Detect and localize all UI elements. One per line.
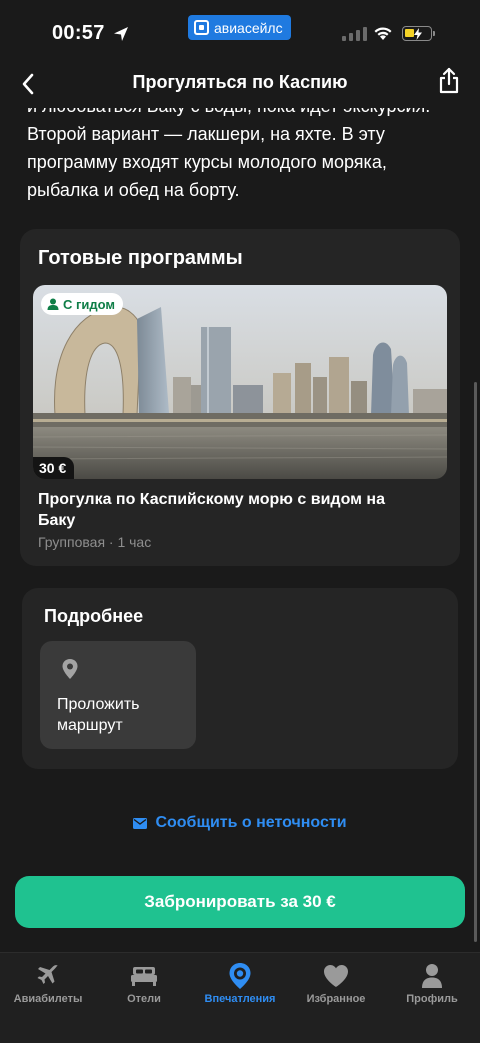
plane-icon bbox=[37, 965, 58, 984]
battery-icon bbox=[402, 26, 435, 41]
scrollbar[interactable] bbox=[474, 382, 477, 942]
status-bar: 00:57 авиасейлс bbox=[0, 0, 480, 64]
nav-bar: Прогуляться по Каспию bbox=[0, 64, 480, 108]
tab-label: Профиль bbox=[406, 993, 458, 1005]
location-pin-icon bbox=[62, 659, 78, 679]
share-icon bbox=[439, 67, 459, 94]
report-label: Сообщить о неточности bbox=[155, 814, 347, 831]
book-button[interactable]: Забронировать за 30 € bbox=[15, 876, 465, 928]
share-button[interactable] bbox=[436, 66, 462, 96]
route-button[interactable]: Проложить маршрут bbox=[40, 641, 196, 749]
guide-badge-label: С гидом bbox=[63, 296, 116, 312]
cellular-signal-icon bbox=[342, 27, 367, 41]
ready-programs-card: Готовые программы С гидом 30 € Прогулка … bbox=[20, 229, 460, 566]
route-label: Проложить маршрут bbox=[57, 696, 140, 734]
intro-text: и любоваться Баку с воды, пока идет экск… bbox=[27, 96, 430, 200]
scroll-content[interactable]: и любоваться Баку с воды, пока идет экск… bbox=[0, 92, 480, 952]
wifi-icon bbox=[374, 27, 392, 40]
tab-label: Впечатления bbox=[204, 993, 276, 1005]
guide-badge: С гидом bbox=[41, 293, 124, 315]
report-inaccuracy-link[interactable]: Сообщить о неточности bbox=[0, 814, 480, 832]
heart-icon bbox=[324, 965, 348, 987]
location-arrow-icon bbox=[114, 27, 128, 41]
tab-label: Авиабилеты bbox=[13, 993, 83, 1005]
bed-icon bbox=[131, 967, 157, 986]
tab-profile[interactable]: Профиль bbox=[384, 953, 480, 1043]
tab-label: Избранное bbox=[306, 993, 366, 1005]
program-photo[interactable]: С гидом 30 € bbox=[33, 285, 447, 479]
program-name[interactable]: Прогулка по Каспийскому морю с видом на … bbox=[38, 489, 418, 531]
tab-bar: Авиабилеты Отели Впечатления Избранное П… bbox=[0, 952, 480, 1043]
tab-favorites[interactable]: Избранное bbox=[288, 953, 384, 1043]
tab-hotels[interactable]: Отели bbox=[96, 953, 192, 1043]
app-pill[interactable]: авиасейлс bbox=[188, 15, 291, 40]
tab-flights[interactable]: Авиабилеты bbox=[0, 953, 96, 1043]
location-pin-icon bbox=[229, 963, 251, 989]
tab-label: Отели bbox=[127, 993, 161, 1005]
ready-programs-title: Готовые программы bbox=[38, 247, 243, 269]
status-time: 00:57 bbox=[52, 22, 105, 44]
more-title: Подробнее bbox=[44, 606, 144, 626]
person-icon bbox=[422, 964, 442, 988]
page-title: Прогуляться по Каспию bbox=[132, 72, 348, 92]
tab-experiences[interactable]: Впечатления bbox=[192, 953, 288, 1043]
price-badge: 30 € bbox=[33, 457, 75, 479]
mail-icon bbox=[133, 817, 148, 829]
program-meta: Групповая · 1 час bbox=[38, 534, 152, 550]
more-card: Подробнее Проложить маршрут bbox=[22, 588, 458, 769]
person-icon bbox=[47, 298, 59, 310]
app-pill-label: авиасейлс bbox=[214, 19, 283, 36]
app-icon bbox=[194, 20, 209, 35]
